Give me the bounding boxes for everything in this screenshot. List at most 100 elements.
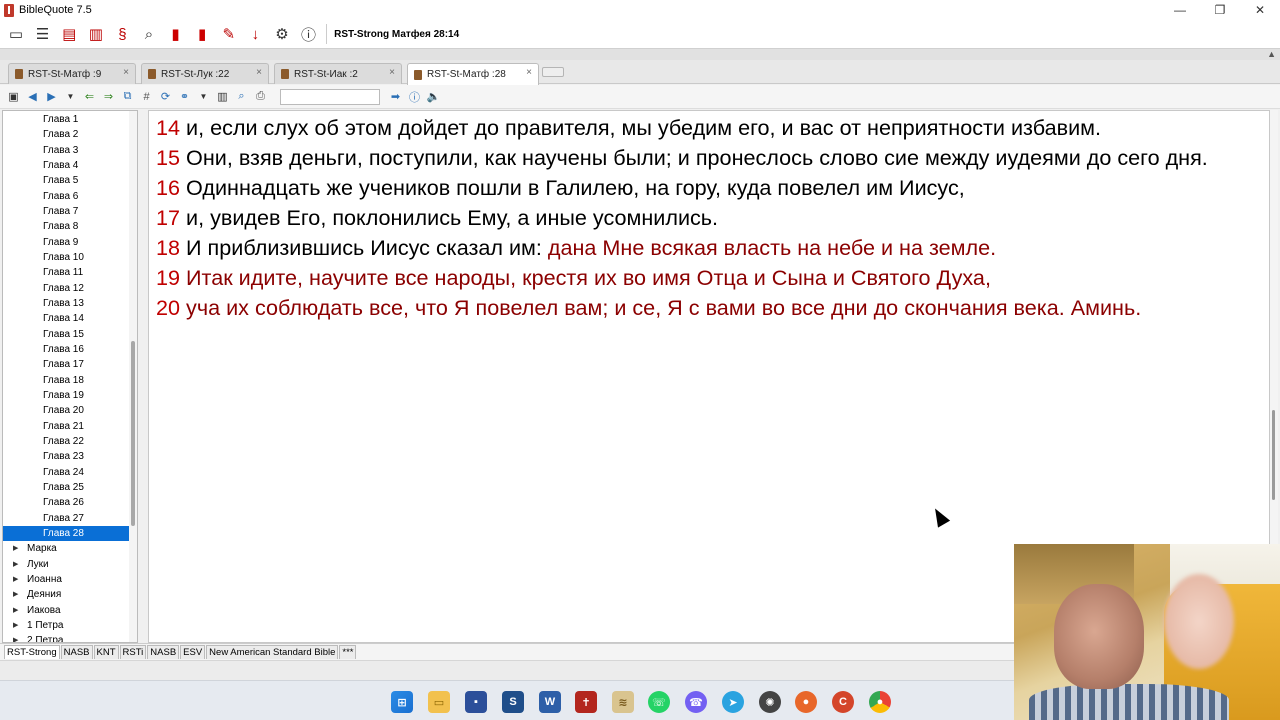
tree-book[interactable]: ▶ Марка xyxy=(3,541,129,556)
tree-chapter[interactable]: Глава 8 xyxy=(3,219,129,234)
tree-book[interactable]: ▶ Деяния xyxy=(3,587,129,602)
expand-arrow-icon[interactable]: ▶ xyxy=(13,587,18,602)
new-tab-button[interactable] xyxy=(542,67,564,77)
firefox-icon[interactable]: ● xyxy=(795,691,817,713)
prev-chapter-icon[interactable]: ⇐ xyxy=(80,88,99,106)
history-dropdown-icon[interactable]: ▼ xyxy=(61,88,80,106)
expand-arrow-icon[interactable]: ▶ xyxy=(13,603,18,618)
tree-chapter[interactable]: Глава 23 xyxy=(3,449,129,464)
notes-icon[interactable]: ✎ xyxy=(217,23,241,45)
settings-icon[interactable]: ⚙ xyxy=(270,23,294,45)
scroll-icon[interactable]: ≋ xyxy=(612,691,634,713)
tree-chapter[interactable]: Глава 14 xyxy=(3,311,129,326)
bookmark-icon[interactable]: ▮ xyxy=(164,23,188,45)
restore-button[interactable]: ❐ xyxy=(1200,0,1240,20)
tab-close-icon[interactable]: × xyxy=(256,67,262,78)
verse-number[interactable]: 19 xyxy=(156,265,180,290)
tab-close-icon[interactable]: × xyxy=(123,67,129,78)
strong-numbers-icon[interactable]: # xyxy=(137,88,156,106)
tree-chapter[interactable]: Глава 13 xyxy=(3,296,129,311)
tree-chapter[interactable]: Глава 24 xyxy=(3,465,129,480)
print-icon[interactable]: ⎙ xyxy=(251,88,270,106)
tab-matthew-9[interactable]: RST-St-Матф :9 × xyxy=(8,63,136,84)
chrome-icon[interactable]: ● xyxy=(869,691,891,713)
tree-chapter[interactable]: Глава 25 xyxy=(3,480,129,495)
module-tab[interactable]: New American Standard Bible xyxy=(206,645,339,659)
tree-chapter[interactable]: Глава 12 xyxy=(3,281,129,296)
tree-book[interactable]: ▶ Иакова xyxy=(3,603,129,618)
go-icon[interactable]: ➡ xyxy=(386,88,405,106)
layout-icon[interactable]: ☰ xyxy=(31,23,55,45)
tree-chapter[interactable]: Глава 21 xyxy=(3,419,129,434)
tree-chapter[interactable]: Глава 1 xyxy=(3,112,129,127)
expand-arrow-icon[interactable]: ▶ xyxy=(13,633,18,642)
tree-chapter[interactable]: Глава 18 xyxy=(3,373,129,388)
tree-chapter[interactable]: Глава 16 xyxy=(3,342,129,357)
tab-james-2[interactable]: RST-St-Иак :2 × xyxy=(274,63,402,84)
verse-number[interactable]: 16 xyxy=(156,175,180,200)
speaker-icon[interactable]: 🔈 xyxy=(424,88,443,106)
verse-number[interactable]: 14 xyxy=(156,115,180,140)
windows-start-icon[interactable]: ⊞ xyxy=(391,691,413,713)
close-button[interactable]: ✕ xyxy=(1240,0,1280,20)
tree-book[interactable]: ▶ Иоанна xyxy=(3,572,129,587)
tree-scroll-thumb[interactable] xyxy=(131,341,135,526)
module-tab[interactable]: NASB xyxy=(147,645,180,659)
module-tab[interactable]: RST-Strong xyxy=(4,645,60,659)
verse-number[interactable]: 18 xyxy=(156,235,180,260)
tree-chapter[interactable]: Глава 15 xyxy=(3,327,129,342)
book-icon[interactable]: ▥ xyxy=(84,23,108,45)
list-icon[interactable]: ▤ xyxy=(57,23,81,45)
tree-chapter[interactable]: Глава 3 xyxy=(3,143,129,158)
bookmark-add-icon[interactable]: ▮ xyxy=(190,23,214,45)
biblequote-icon[interactable]: ✝ xyxy=(575,691,597,713)
next-chapter-icon[interactable]: ⇒ xyxy=(99,88,118,106)
tab-close-icon[interactable]: × xyxy=(389,67,395,78)
expand-arrow-icon[interactable]: ▶ xyxy=(13,541,18,556)
ccleaner-icon[interactable]: C xyxy=(832,691,854,713)
tree-chapter[interactable]: Глава 5 xyxy=(3,173,129,188)
expand-arrow-icon[interactable]: ▶ xyxy=(13,618,18,633)
tree-chapter[interactable]: Глава 9 xyxy=(3,235,129,250)
link-dropdown-icon[interactable]: ▼ xyxy=(194,88,213,106)
tab-luke-22[interactable]: RST-St-Лук :22 × xyxy=(141,63,269,84)
back-icon[interactable]: ◀ xyxy=(23,88,42,106)
module-tab[interactable]: *** xyxy=(339,645,357,659)
info-icon[interactable]: ⓘ xyxy=(405,88,424,106)
tree-chapter[interactable]: Глава 6 xyxy=(3,189,129,204)
tree-chapter[interactable]: Глава 10 xyxy=(3,250,129,265)
file-explorer-icon[interactable]: ▭ xyxy=(428,691,450,713)
whatsapp-icon[interactable]: ☏ xyxy=(648,691,670,713)
tree-chapter[interactable]: Глава 4 xyxy=(3,158,129,173)
save-icon[interactable]: ▪ xyxy=(465,691,487,713)
copy-icon[interactable]: ⧉ xyxy=(118,88,137,106)
tree-chapter[interactable]: Глава 26 xyxy=(3,495,129,510)
window-icon[interactable]: ▭ xyxy=(4,23,28,45)
viber-icon[interactable]: ☎ xyxy=(685,691,707,713)
verse-number[interactable]: 20 xyxy=(156,295,180,320)
link-icon[interactable]: ⚭ xyxy=(175,88,194,106)
scroll-up-icon[interactable]: ▲ xyxy=(1267,49,1276,59)
module-tab[interactable]: NASB xyxy=(60,645,93,659)
strong-icon[interactable]: § xyxy=(110,23,134,45)
verse-number[interactable]: 15 xyxy=(156,145,180,170)
tree-chapter[interactable]: Глава 17 xyxy=(3,357,129,372)
sidebar-toggle-icon[interactable]: ▣ xyxy=(4,88,23,106)
forward-icon[interactable]: ▶ xyxy=(42,88,61,106)
expand-arrow-icon[interactable]: ▶ xyxy=(13,572,18,587)
chatgpt-icon[interactable]: ✺ xyxy=(759,691,781,713)
tree-book[interactable]: ▶ 2 Петра xyxy=(3,633,129,642)
tab-matthew-28[interactable]: RST-St-Матф :28 × xyxy=(407,63,539,85)
tree-book[interactable]: ▶ 1 Петра xyxy=(3,618,129,633)
refresh-icon[interactable]: ⟳ xyxy=(156,88,175,106)
tree-scrollbar[interactable] xyxy=(129,111,137,642)
tree-chapter[interactable]: Глава 27 xyxy=(3,511,129,526)
module-tab[interactable]: RSTi xyxy=(119,645,147,659)
tab-close-icon[interactable]: × xyxy=(526,67,532,78)
quick-search-input[interactable] xyxy=(280,88,380,105)
content-scroll-thumb[interactable] xyxy=(1272,410,1275,500)
telegram-icon[interactable]: ➤ xyxy=(722,691,744,713)
tree-chapter[interactable]: Глава 2 xyxy=(3,127,129,142)
tw-app-icon[interactable]: W xyxy=(539,691,561,713)
tree-chapter[interactable]: Глава 7 xyxy=(3,204,129,219)
